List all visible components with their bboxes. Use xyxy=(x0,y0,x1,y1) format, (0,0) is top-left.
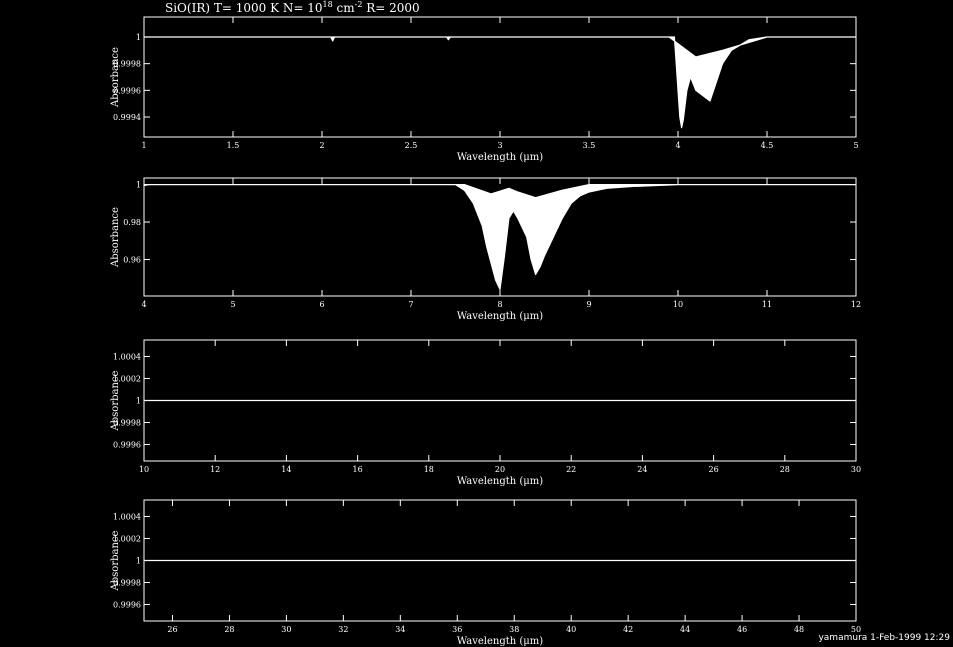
y-tick-label: 1 xyxy=(136,33,141,42)
x-tick-label: 38 xyxy=(509,625,519,634)
y-tick-label: 0.98 xyxy=(123,218,141,227)
x-tick-label: 36 xyxy=(452,625,462,634)
title-unit-exponent: -2 xyxy=(355,0,363,9)
title-prefix: SiO(IR) T= 1000 K N= 10 xyxy=(165,1,323,15)
x-tick-label: 4 xyxy=(675,141,680,150)
y-tick-label: 1 xyxy=(136,181,141,190)
x-tick-label: 12 xyxy=(210,465,220,474)
y-tick-label: 1 xyxy=(136,557,141,566)
spectrum-figure: SiO(IR) T= 1000 K N= 1018 cm-2 R= 2000 1… xyxy=(110,0,950,647)
x-tick-label: 28 xyxy=(780,465,790,474)
y-tick-label: 0.9996 xyxy=(113,441,141,450)
y-axis-label: Absorbance xyxy=(110,207,121,268)
y-tick-label: 0.9994 xyxy=(113,113,141,122)
chart-panel-1: 1 1.5 2 2.5 3 3.5 4 4.5 50.99940.99960.99981Wave… xyxy=(110,16,859,163)
y-tick-label: 1.0004 xyxy=(113,513,141,522)
x-tick-label: 7 xyxy=(408,300,413,309)
x-tick-label: 1 xyxy=(141,141,146,150)
x-tick-label: 18 xyxy=(424,465,434,474)
footer-stamp: yamamura 1-Feb-1999 12:29 xyxy=(818,633,950,643)
x-tick-label: 28 xyxy=(224,625,234,634)
x-tick-label: 5 xyxy=(230,300,235,309)
title-unit: cm xyxy=(333,1,356,15)
x-tick-label: 3.5 xyxy=(583,141,596,150)
x-tick-label: 16 xyxy=(353,465,363,474)
x-axis-label: Wavelength (μm) xyxy=(457,636,543,647)
x-tick-label: 2.5 xyxy=(405,141,418,150)
x-tick-label: 24 xyxy=(637,465,647,474)
x-tick-label: 10 xyxy=(673,300,683,309)
x-tick-label: 34 xyxy=(395,625,405,634)
x-tick-label: 4 xyxy=(141,300,146,309)
x-axis-label: Wavelength (μm) xyxy=(457,476,543,487)
y-axis-label: Absorbance xyxy=(110,47,121,108)
x-tick-label: 12 xyxy=(851,300,861,309)
x-tick-label: 5 xyxy=(853,141,858,150)
x-tick-label: 4.5 xyxy=(761,141,774,150)
x-tick-label: 32 xyxy=(338,625,348,634)
x-tick-label: 14 xyxy=(281,465,291,474)
x-tick-label: 40 xyxy=(566,625,576,634)
x-tick-label: 10 xyxy=(139,465,149,474)
x-tick-label: 46 xyxy=(737,625,747,634)
x-tick-label: 26 xyxy=(709,465,719,474)
x-tick-label: 30 xyxy=(851,465,861,474)
y-tick-label: 1.0004 xyxy=(113,353,141,362)
chart-panel-2: 4 5 6 7 8 9 10 11 12 0.96 0.98 1 Wavelength (μm) Abso… xyxy=(110,177,861,322)
x-tick-label: 3 xyxy=(497,141,502,150)
absorbance-band xyxy=(143,36,857,129)
chart-panel-4: 26 28 30 32 34 36 38 40 42 44 46 48 500.99960.999811… xyxy=(110,499,861,647)
absorbance-band xyxy=(143,184,857,290)
x-tick-label: 6 xyxy=(319,300,324,309)
x-tick-label: 1.5 xyxy=(227,141,240,150)
y-tick-label: 0.9996 xyxy=(113,601,141,610)
figure-title: SiO(IR) T= 1000 K N= 1018 cm-2 R= 2000 xyxy=(165,0,420,15)
title-exponent: 18 xyxy=(323,0,333,9)
y-axis-label: Absorbance xyxy=(110,530,121,591)
x-axis-label: Wavelength (μm) xyxy=(457,311,543,322)
x-tick-label: 42 xyxy=(623,625,633,634)
x-tick-label: 26 xyxy=(167,625,177,634)
x-tick-label: 8 xyxy=(497,300,502,309)
x-axis-label: Wavelength (μm) xyxy=(457,152,543,163)
y-tick-label: 1 xyxy=(136,397,141,406)
x-tick-label: 30 xyxy=(281,625,291,634)
x-tick-label: 22 xyxy=(566,465,576,474)
x-tick-label: 20 xyxy=(495,465,505,474)
chart-panel-3: 10 12 14 16 18 20 22 24 26 28 300.99960.999811.000… xyxy=(110,339,861,487)
y-tick-label: 0.96 xyxy=(123,255,141,264)
x-tick-label: 44 xyxy=(680,625,690,634)
x-tick-label: 48 xyxy=(794,625,804,634)
x-tick-label: 11 xyxy=(762,300,772,309)
title-suffix: R= 2000 xyxy=(362,1,419,15)
chart-panels: 1 1.5 2 2.5 3 3.5 4 4.5 50.99940.99960.99981Wave… xyxy=(110,16,861,647)
x-tick-label: 2 xyxy=(319,141,324,150)
x-tick-label: 9 xyxy=(586,300,591,309)
plot-frame xyxy=(143,16,857,138)
y-axis-label: Absorbance xyxy=(110,370,121,431)
